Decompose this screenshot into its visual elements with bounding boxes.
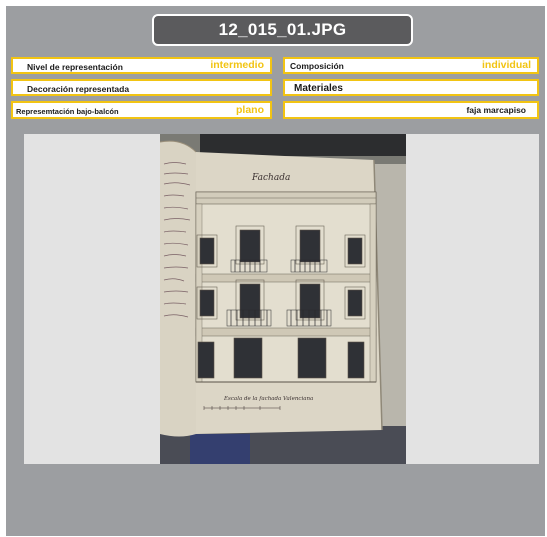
field-nivel-label: Nivel de representación bbox=[27, 62, 123, 72]
field-decoracion-representada: Decoración representada bbox=[11, 79, 272, 96]
field-composicion: Composición individual bbox=[283, 57, 539, 74]
photo-viewer: Fachada Escala de la fachada Valenciana bbox=[24, 134, 539, 464]
field-nivel-representacion: Nivel de representación intermedio bbox=[11, 57, 272, 74]
field-representacion-label: Represemtación bajo-balcón bbox=[16, 107, 119, 116]
facade-drawing-photo: Fachada Escala de la fachada Valenciana bbox=[160, 134, 406, 464]
facade-drawing-svg: Fachada Escala de la fachada Valenciana bbox=[160, 134, 406, 464]
field-materiales-value: faja marcapiso bbox=[466, 105, 526, 115]
field-representacion-value: plano bbox=[236, 104, 264, 116]
image-filename-title: 12_015_01.JPG bbox=[152, 14, 413, 46]
field-materiales: Materiales bbox=[283, 79, 539, 96]
field-composicion-value: individual bbox=[481, 59, 531, 71]
field-materiales-label: Materiales bbox=[294, 83, 343, 94]
field-nivel-value: intermedio bbox=[210, 59, 264, 71]
svg-text:Fachada: Fachada bbox=[251, 173, 290, 183]
field-composicion-label: Composición bbox=[290, 61, 344, 71]
field-materiales-value-box: faja marcapiso bbox=[283, 101, 539, 119]
field-decoracion-label: Decoración representada bbox=[27, 84, 130, 94]
field-representacion-bajo-balcon: Represemtación bajo-balcón plano bbox=[11, 101, 272, 119]
svg-text:Escala de la fachada Valencian: Escala de la fachada Valenciana bbox=[223, 396, 313, 402]
